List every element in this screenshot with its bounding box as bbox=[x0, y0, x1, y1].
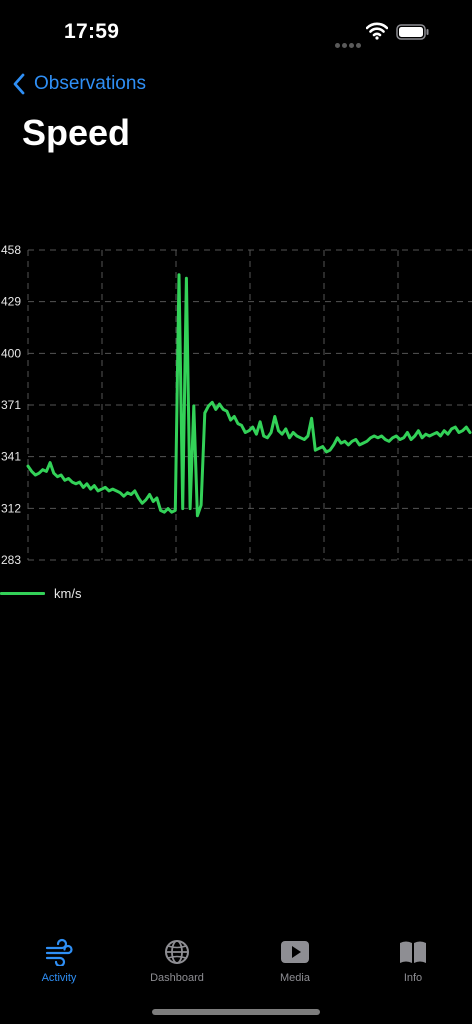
speed-chart: 458 429 400 371 341 312 283 bbox=[1, 243, 472, 567]
y-tick-label: 341 bbox=[1, 450, 21, 464]
wifi-icon bbox=[366, 22, 388, 40]
y-tick-label: 283 bbox=[1, 553, 21, 567]
chart-grid bbox=[27, 249, 472, 561]
speed-series-line bbox=[26, 273, 472, 518]
play-icon bbox=[281, 941, 309, 963]
battery-icon bbox=[396, 24, 429, 40]
globe-icon bbox=[165, 940, 189, 964]
tab-label: Media bbox=[280, 972, 310, 984]
status-bar: 17:59 bbox=[0, 0, 472, 60]
legend-label: km/s bbox=[54, 586, 82, 601]
tab-label: Dashboard bbox=[150, 972, 204, 984]
y-tick-label: 371 bbox=[1, 398, 21, 412]
tab-dashboard[interactable]: Dashboard bbox=[118, 938, 236, 984]
back-button[interactable]: Observations bbox=[12, 70, 146, 98]
chevron-left-icon bbox=[13, 73, 25, 95]
y-tick-label: 400 bbox=[1, 346, 21, 360]
wind-icon bbox=[45, 938, 73, 966]
y-tick-label: 312 bbox=[1, 501, 21, 515]
tab-activity[interactable]: Activity bbox=[0, 938, 118, 984]
tab-info[interactable]: Info bbox=[354, 938, 472, 984]
cellular-signal-icon bbox=[335, 35, 363, 53]
chart-legend: km/s bbox=[0, 586, 81, 601]
tab-media[interactable]: Media bbox=[236, 938, 354, 984]
page-title: Speed bbox=[22, 112, 131, 153]
y-tick-label: 429 bbox=[1, 295, 21, 309]
y-axis-ticks: 458 429 400 371 341 312 283 bbox=[1, 243, 21, 567]
status-time: 17:59 bbox=[64, 20, 120, 43]
home-indicator bbox=[152, 1009, 320, 1015]
book-icon bbox=[400, 941, 426, 963]
legend-swatch bbox=[0, 592, 45, 595]
tab-label: Info bbox=[403, 972, 423, 984]
tab-label: Activity bbox=[41, 972, 77, 984]
back-button-label: Observations bbox=[34, 73, 146, 94]
y-tick-label: 458 bbox=[1, 243, 21, 257]
